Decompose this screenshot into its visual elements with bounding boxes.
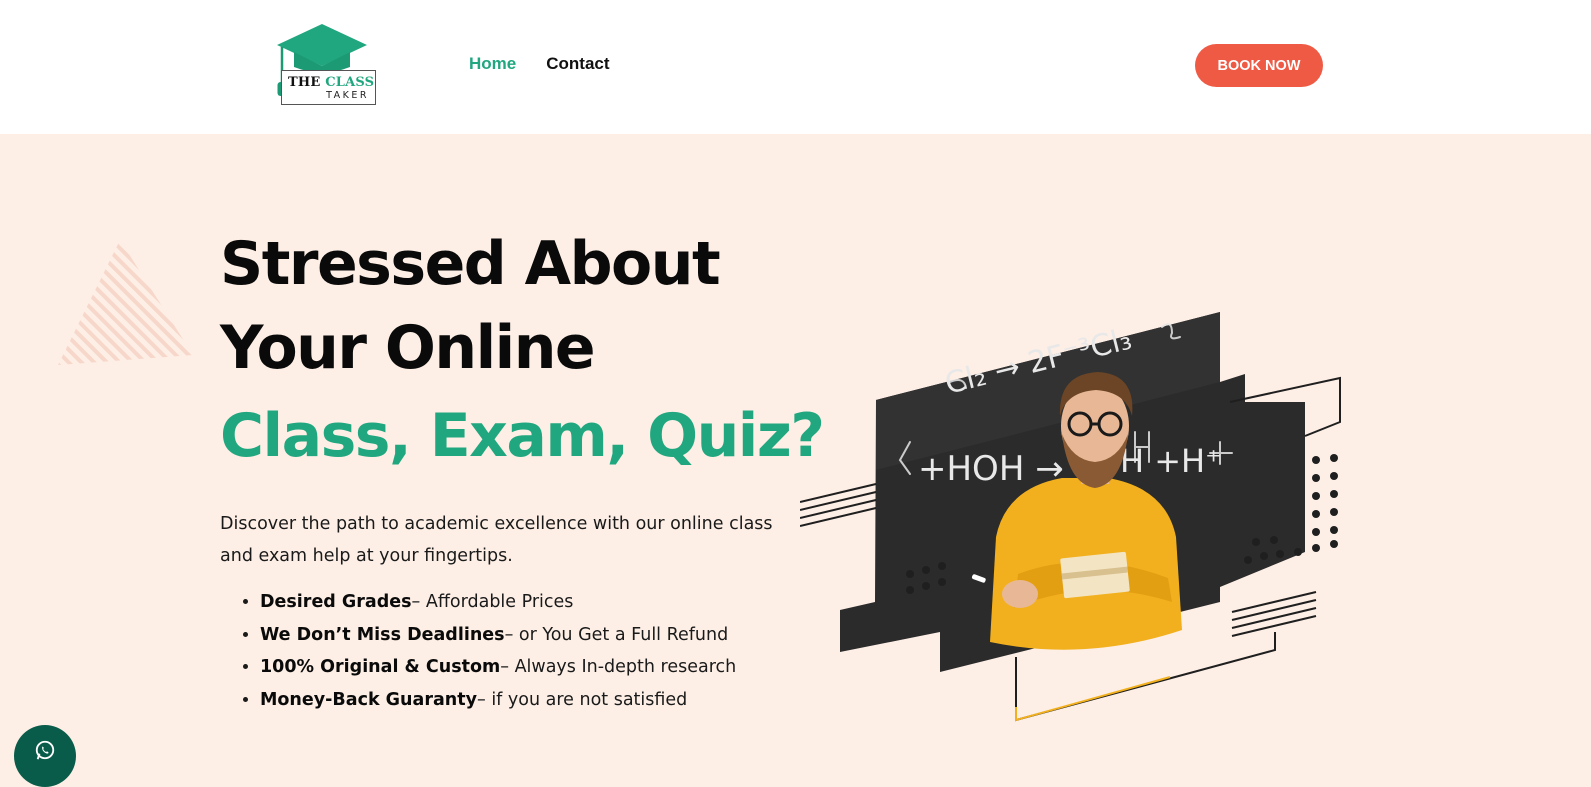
feature-bold: Desired Grades [260, 592, 412, 612]
feature-bold: We Don’t Miss Deadlines [260, 624, 505, 645]
hero-heading-line2: Your Online [220, 313, 596, 383]
whatsapp-icon [35, 740, 55, 760]
striped-triangle-decoration [58, 240, 193, 365]
hero-illustration: Cl₂ → 2F⁻³Cl₃ +HOH → H +H⁺ [800, 312, 1341, 722]
feature-list: Desired Grades– Affordable Prices We Don… [220, 586, 736, 716]
feature-item: We Don’t Miss Deadlines– or You Get a Fu… [260, 619, 736, 652]
hero-heading-line3: Class, Exam, Quiz? [220, 401, 825, 471]
book-now-button[interactable]: BOOK NOW [1195, 44, 1323, 87]
feature-text: – Affordable Prices [411, 592, 574, 612]
main-nav: Home Contact [469, 54, 610, 74]
feature-bold: Money-Back Guaranty [260, 689, 477, 710]
logo-word-class: CLASS [325, 75, 375, 90]
feature-text: – Always In-depth research [500, 657, 737, 677]
hero-heading: Stressed About Your Online Class, Exam, … [220, 222, 825, 478]
feature-bold: 100% Original & Custom [260, 657, 501, 677]
logo-line1: THE CLASS [288, 75, 374, 90]
logo-word-taker: TAKER [326, 90, 369, 101]
feature-item: 100% Original & Custom– Always In-depth … [260, 651, 736, 684]
hero-description: Discover the path to academic excellence… [220, 514, 773, 566]
feature-text: – if you are not satisfied [477, 689, 688, 710]
feature-item: Money-Back Guaranty– if you are not sati… [260, 684, 736, 717]
logo-word-the: THE [288, 75, 321, 90]
hero-heading-line1: Stressed About [220, 229, 721, 299]
chalk-formula-2: +HOH → [918, 449, 1064, 489]
feature-item: Desired Grades– Affordable Prices [260, 586, 736, 619]
whatsapp-chat-button[interactable] [14, 725, 76, 787]
nav-contact-link[interactable]: Contact [546, 54, 609, 74]
yellow-accent-line [1015, 676, 1171, 722]
nav-home-link[interactable]: Home [469, 54, 516, 74]
site-logo[interactable]: THE CLASS TAKER [270, 22, 382, 110]
site-header: THE CLASS TAKER Home Contact BOOK NOW [0, 0, 1591, 134]
feature-text: – or You Get a Full Refund [504, 624, 729, 645]
logo-wordmark: THE CLASS TAKER [281, 70, 376, 105]
chalk-formula-3: H +H⁺ [1120, 442, 1222, 480]
